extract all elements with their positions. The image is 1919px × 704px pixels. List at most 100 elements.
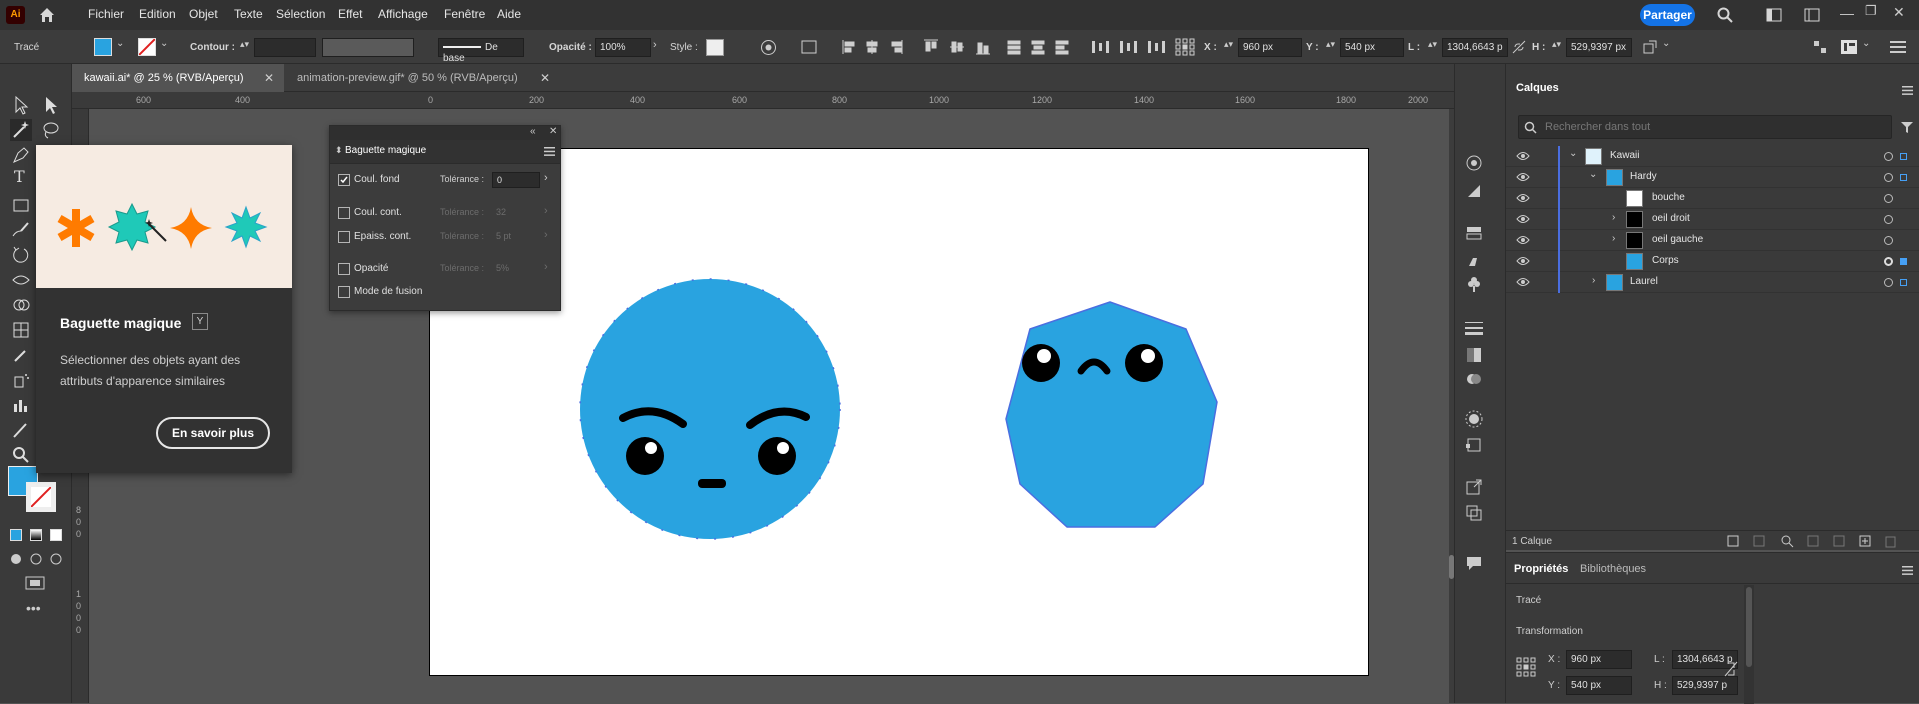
recolor-icon[interactable] (760, 39, 777, 56)
screen-mode-icon[interactable] (24, 574, 46, 592)
layer-actions-icons[interactable] (1726, 534, 1916, 548)
rotate-tool-icon[interactable] (10, 244, 32, 266)
tab-libraries[interactable]: Bibliothèques (1580, 563, 1646, 575)
lasso-tool-icon[interactable] (40, 119, 62, 141)
chevron-down-icon[interactable]: ⌄ (1862, 38, 1870, 49)
restore-icon[interactable]: ❐ (1865, 3, 1877, 19)
home-icon[interactable] (38, 6, 56, 24)
isolate-icon[interactable] (1812, 39, 1828, 55)
gradient-panel-icon[interactable] (1465, 346, 1483, 364)
style-swatch[interactable] (706, 39, 724, 56)
stroke-color-checkbox[interactable] (338, 207, 350, 219)
stroke-weight-field[interactable] (254, 38, 316, 57)
align-icons[interactable] (800, 38, 1080, 56)
stroke-color-swatch[interactable] (26, 482, 56, 512)
tab-properties[interactable]: Propriétés (1514, 563, 1568, 575)
reference-point-icon[interactable] (1516, 657, 1536, 677)
chevron-down-icon[interactable]: ⌄ (1569, 148, 1577, 159)
transform-reference-icon[interactable] (1174, 37, 1196, 57)
target-icon[interactable] (1884, 194, 1893, 203)
fill-tolerance-field[interactable]: 0 (492, 172, 540, 188)
properties-scrollbar[interactable] (1744, 585, 1754, 704)
rectangle-tool-icon[interactable] (10, 194, 32, 216)
workspace-icon[interactable] (1766, 7, 1782, 23)
x-stepper[interactable]: ▴▾ (1224, 39, 1233, 50)
layers-search-input[interactable]: Rechercher dans tout (1518, 115, 1892, 139)
panel-menu-icon[interactable] (1902, 566, 1913, 575)
none-mode-icon[interactable] (50, 529, 62, 541)
artboards-icon[interactable] (1465, 436, 1483, 454)
distribute-icons[interactable] (1090, 38, 1170, 56)
prop-x-field[interactable]: 960 px (1566, 650, 1632, 669)
layers-panel-title[interactable]: Calques (1516, 82, 1559, 94)
eye-icon[interactable] (1516, 235, 1530, 245)
more-tools-icon[interactable]: ••• (26, 600, 41, 616)
eye-icon[interactable] (1516, 151, 1530, 161)
x-field[interactable]: 960 px (1238, 38, 1302, 57)
appearance-icon[interactable] (1465, 182, 1483, 200)
paintbrush-tool-icon[interactable] (10, 219, 32, 241)
laurel-character[interactable] (1005, 301, 1218, 528)
prop-y-field[interactable]: 540 px (1566, 676, 1632, 695)
brush-definition[interactable]: De base (438, 38, 524, 64)
tab-kawaii[interactable]: kawaii.ai* @ 25 % (RVB/Aperçu) (72, 64, 284, 92)
color-guide-icon[interactable] (1465, 410, 1483, 428)
y-field[interactable]: 540 px (1340, 38, 1404, 57)
close-tab-icon[interactable]: ✕ (264, 64, 274, 92)
chevron-right-icon[interactable]: › (653, 39, 657, 51)
swatches-icon[interactable] (1465, 224, 1483, 242)
menu-affichage[interactable]: Affichage (378, 7, 428, 21)
panel-toggle-icon[interactable]: ⬍ (335, 145, 343, 156)
opacity-field[interactable]: 100% (595, 38, 651, 57)
menu-edition[interactable]: Edition (139, 7, 176, 21)
opacity-checkbox[interactable] (338, 263, 350, 275)
constrain-proportions-icon[interactable] (1724, 661, 1738, 677)
chevron-right-icon[interactable]: › (1592, 275, 1595, 286)
menu-effet[interactable]: Effet (338, 7, 362, 21)
fill-swatch[interactable] (94, 38, 112, 56)
y-stepper[interactable]: ▴▾ (1326, 39, 1335, 50)
direct-selection-tool-icon[interactable] (40, 94, 62, 116)
comments-icon[interactable] (1465, 554, 1483, 572)
variable-width-profile[interactable] (322, 38, 414, 57)
layer-row-oeil-gauche[interactable]: › oeil gauche (1506, 230, 1919, 251)
panel-header[interactable]: « ✕ (330, 126, 560, 140)
chevron-down-icon[interactable]: ⌄ (1589, 169, 1597, 180)
menu-icon[interactable] (1890, 40, 1906, 54)
target-icon[interactable] (1884, 152, 1893, 161)
chevron-right-icon[interactable]: › (544, 172, 548, 184)
close-icon[interactable]: ✕ (549, 126, 557, 137)
selection-indicator[interactable] (1900, 279, 1907, 286)
height-field[interactable]: 529,9397 px (1566, 38, 1632, 57)
layer-row-corps[interactable]: Corps (1506, 251, 1919, 272)
arrange-docs-icon[interactable] (1804, 7, 1820, 23)
menu-fenetre[interactable]: Fenêtre (444, 7, 485, 21)
layer-row-bouche[interactable]: bouche (1506, 188, 1919, 209)
filter-icon[interactable] (1900, 120, 1914, 134)
learn-more-button[interactable]: En savoir plus (156, 417, 270, 449)
fill-color-checkbox[interactable] (338, 174, 350, 186)
menu-aide[interactable]: Aide (497, 7, 521, 21)
symbols-icon[interactable] (1465, 276, 1483, 294)
magic-wand-tool-icon[interactable] (10, 119, 32, 141)
chevron-down-icon[interactable]: ⌄ (1662, 38, 1670, 49)
draw-modes-icon[interactable] (8, 551, 64, 567)
close-icon[interactable]: ✕ (1893, 4, 1905, 21)
panel-layout-icon[interactable] (1840, 39, 1858, 55)
chevron-down-icon[interactable]: ⌄ (160, 38, 168, 49)
height-stepper[interactable]: ▴▾ (1552, 39, 1561, 50)
close-tab-icon[interactable]: ✕ (540, 64, 550, 92)
search-icon[interactable] (1716, 6, 1734, 24)
chevron-right-icon[interactable]: › (1612, 233, 1615, 244)
layers-duplicate-icon[interactable] (1465, 504, 1483, 522)
libraries-icon[interactable] (1465, 154, 1483, 172)
shape-options-icon[interactable] (1642, 39, 1658, 55)
graph-tool-icon[interactable] (10, 394, 32, 416)
pen-tool-icon[interactable] (10, 144, 32, 166)
stroke-stepper[interactable]: ▴▾ (240, 39, 249, 50)
target-icon[interactable] (1884, 278, 1893, 287)
eyedropper-tool-icon[interactable] (10, 344, 32, 366)
selection-indicator[interactable] (1900, 258, 1907, 265)
selection-indicator[interactable] (1900, 174, 1907, 181)
panel-menu-icon[interactable] (1902, 86, 1913, 95)
